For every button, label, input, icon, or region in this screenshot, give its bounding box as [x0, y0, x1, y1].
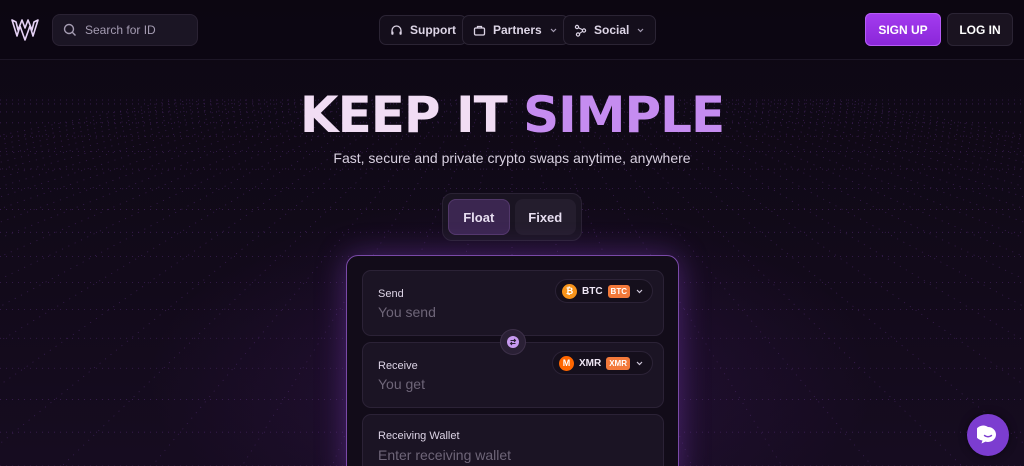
nav-support-label: Support — [410, 23, 456, 37]
send-amount-input[interactable] — [378, 304, 548, 320]
search-box[interactable] — [52, 14, 198, 46]
wallet-address-input[interactable] — [378, 447, 638, 463]
chevron-down-icon — [550, 28, 557, 32]
log-in-button[interactable]: LOG IN — [947, 13, 1013, 46]
search-icon — [63, 23, 76, 36]
briefcase-icon — [473, 25, 486, 36]
hero-title: KEEP IT SIMPLE — [0, 86, 1024, 144]
send-coin-selector[interactable]: ₿ BTC BTC — [554, 279, 653, 303]
float-rate-tab[interactable]: Float — [448, 199, 510, 235]
receive-amount-input[interactable] — [378, 376, 548, 392]
rate-type-toggle: Float Fixed — [442, 193, 582, 241]
chat-bubble-icon — [977, 425, 996, 444]
hero-title-main: KEEP IT — [299, 86, 524, 144]
nav-social-button[interactable]: Social — [563, 15, 657, 45]
nav-partners-button[interactable]: Partners — [462, 15, 569, 45]
nav-support-button[interactable]: Support — [379, 15, 467, 45]
headset-icon — [391, 24, 402, 35]
top-header: Support Partners Social SIGN UP LOG IN — [0, 0, 1024, 60]
chevron-down-icon — [637, 28, 644, 32]
swap-icon — [507, 336, 519, 348]
monero-icon: M — [558, 355, 574, 371]
chat-support-button[interactable] — [967, 414, 1009, 456]
swap-direction-button[interactable] — [500, 329, 526, 355]
send-field[interactable]: Send ₿ BTC BTC — [362, 270, 664, 336]
receive-label: Receive — [378, 360, 418, 372]
brand-logo-icon[interactable] — [10, 14, 40, 44]
nav-social-label: Social — [594, 23, 630, 37]
exchange-card: Send ₿ BTC BTC Receive M XMR XMR Re — [346, 255, 679, 466]
send-label: Send — [378, 288, 404, 300]
fixed-rate-tab[interactable]: Fixed — [514, 199, 576, 235]
receive-coin-name: XMR — [578, 357, 602, 369]
bitcoin-icon: ₿ — [561, 283, 577, 299]
hero-subtitle: Fast, secure and private crypto swaps an… — [333, 150, 691, 166]
search-input[interactable] — [85, 23, 185, 37]
receive-network-tag: XMR — [606, 356, 630, 370]
nav-partners-label: Partners — [493, 23, 542, 37]
send-coin-name: BTC — [581, 285, 603, 297]
send-network-tag: BTC — [607, 284, 630, 298]
wallet-field[interactable]: Receiving Wallet — [362, 414, 664, 466]
share-icon — [574, 24, 587, 37]
chevron-down-icon — [636, 289, 643, 293]
hero-title-accent: SIMPLE — [523, 86, 725, 144]
chevron-down-icon — [636, 361, 643, 365]
wallet-label: Receiving Wallet — [378, 430, 460, 442]
receive-coin-selector[interactable]: M XMR XMR — [551, 351, 653, 375]
sign-up-button[interactable]: SIGN UP — [865, 13, 941, 46]
